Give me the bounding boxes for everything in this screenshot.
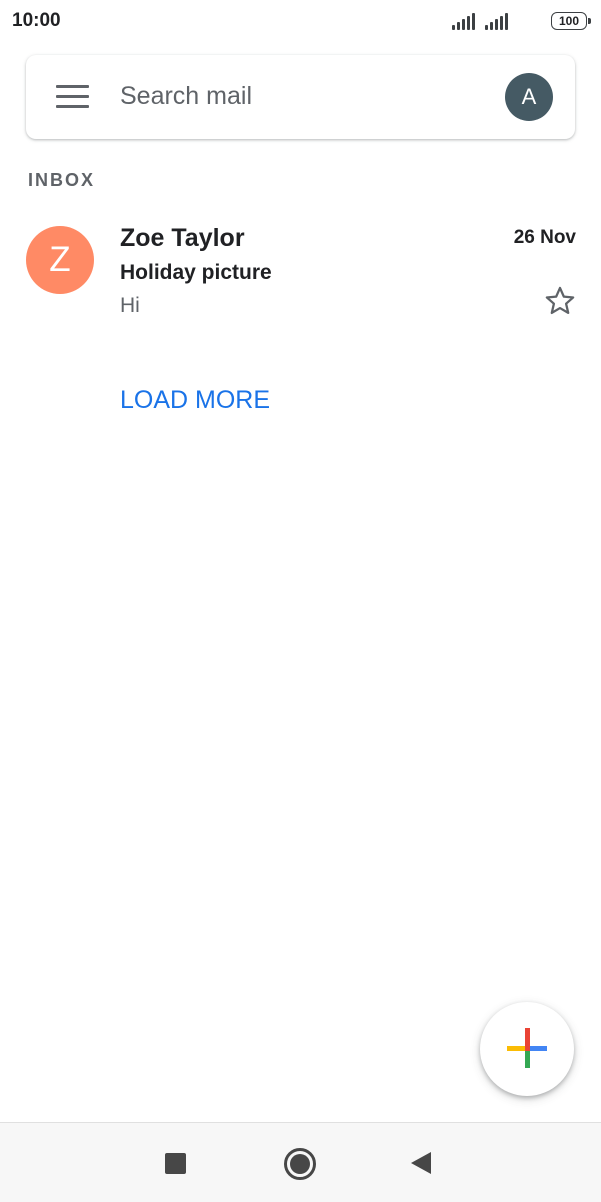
recents-square-icon[interactable]: [165, 1153, 186, 1174]
email-list-item[interactable]: Z Zoe Taylor 26 Nov Holiday picture Hi: [0, 210, 601, 328]
email-date: 26 Nov: [513, 227, 576, 248]
home-circle-icon[interactable]: [284, 1148, 316, 1180]
menu-icon[interactable]: [56, 85, 89, 109]
email-subject: Holiday picture: [120, 261, 272, 284]
sender-avatar[interactable]: Z: [26, 226, 94, 294]
email-snippet: Hi: [120, 294, 140, 317]
back-triangle-icon[interactable]: [411, 1152, 431, 1174]
system-nav-bar: [0, 1122, 601, 1202]
search-input[interactable]: Search mail: [120, 82, 252, 111]
status-time: 10:00: [12, 10, 61, 31]
inbox-label: INBOX: [28, 170, 96, 190]
battery-level: 100: [558, 14, 580, 28]
battery-icon: 100: [551, 12, 591, 30]
load-more-button[interactable]: LOAD MORE: [120, 386, 270, 415]
star-icon[interactable]: [543, 284, 577, 318]
search-bar[interactable]: Search mail A: [26, 55, 575, 139]
signal-icon: [485, 12, 511, 30]
account-avatar[interactable]: A: [505, 73, 553, 121]
compose-plus-icon: [507, 1028, 547, 1068]
compose-button[interactable]: [480, 1002, 574, 1096]
signal-icon: [452, 12, 478, 30]
sender-name: Zoe Taylor: [120, 224, 245, 252]
status-bar: 10:00 100: [0, 0, 601, 42]
